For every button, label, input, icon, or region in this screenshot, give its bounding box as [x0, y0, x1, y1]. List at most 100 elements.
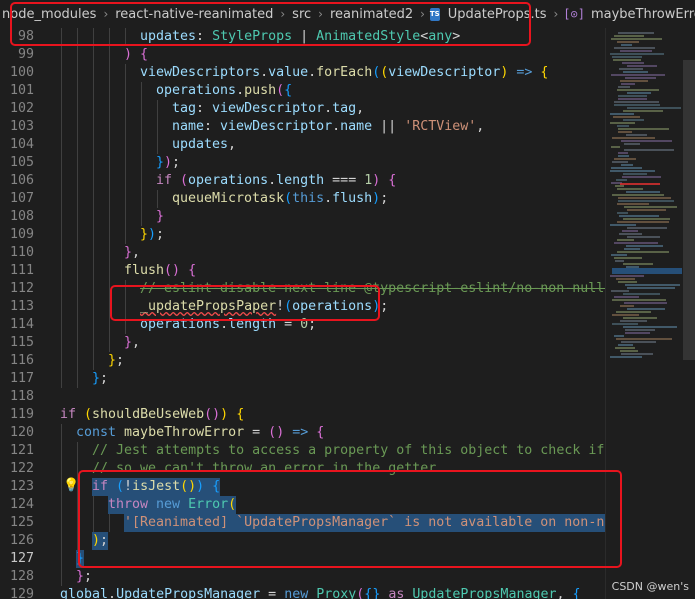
indent-guide — [93, 226, 94, 244]
code-line[interactable]: 115}, — [0, 334, 605, 352]
code-token: ) — [220, 407, 229, 422]
code-line[interactable]: 127} — [0, 550, 605, 568]
code-line[interactable]: 111 flush() { — [0, 262, 605, 280]
code-line[interactable]: 98 updates: StyleProps | AnimatedStyle<an… — [0, 28, 605, 46]
line-number: 113 — [9, 299, 34, 314]
minimap-line — [612, 299, 666, 301]
code-line[interactable]: 109}); — [0, 226, 605, 244]
vertical-scrollbar[interactable] — [683, 60, 695, 360]
code-line[interactable]: 125 '[Reanimated] `UpdatePropsManager` is… — [0, 514, 605, 532]
minimap[interactable] — [605, 28, 695, 599]
code-token: new — [284, 587, 309, 599]
minimap-line — [612, 56, 642, 58]
indent-guide — [141, 136, 142, 154]
code-token: value — [268, 65, 309, 80]
code-line[interactable]: 118 — [0, 388, 605, 406]
code-line[interactable]: 108} — [0, 208, 605, 226]
code-line[interactable]: 99) { — [0, 46, 605, 64]
minimap-line — [623, 119, 644, 121]
code-line[interactable]: 107 queueMicrotask(this.flush); — [0, 190, 605, 208]
breadcrumb-reanimated2[interactable]: reanimated2 — [328, 7, 415, 22]
indent-guide — [77, 82, 78, 100]
code-line[interactable]: 116}; — [0, 352, 605, 370]
indent-guide — [93, 262, 94, 280]
code-line[interactable]: 124 throw new Error( — [0, 496, 605, 514]
minimap-line — [612, 137, 655, 139]
indent-guide — [61, 46, 62, 64]
line-number: 125 — [9, 515, 34, 530]
code-token: viewDescriptor — [388, 65, 501, 80]
code-token: ) — [188, 479, 197, 494]
minimap-line — [627, 107, 681, 109]
code-token: } — [76, 551, 85, 566]
code-token: ; — [172, 155, 181, 170]
minimap-line — [612, 314, 639, 316]
code-text: }; — [76, 568, 92, 586]
code-line[interactable]: 122 // so we can't throw an error in the … — [0, 460, 605, 478]
code-token: const — [76, 425, 117, 440]
code-token: ; — [100, 533, 109, 548]
code-token: tag — [332, 101, 357, 116]
code-line[interactable]: 110}, — [0, 244, 605, 262]
code-line[interactable]: 113 _updatePropsPaper!(operations); — [0, 298, 605, 316]
code-editor[interactable]: 98 updates: StyleProps | AnimatedStyle<an… — [0, 28, 605, 599]
breadcrumb-node-modules[interactable]: node_modules — [0, 7, 98, 22]
minimap-line — [621, 164, 633, 166]
code-line[interactable]: 117}; — [0, 370, 605, 388]
code-line[interactable]: 105}); — [0, 154, 605, 172]
code-text: }, — [124, 334, 140, 352]
code-line[interactable]: 101 operations.push({ — [0, 82, 605, 100]
code-text: throw new Error( — [108, 496, 237, 514]
code-token: . — [332, 119, 341, 134]
code-token: ( — [84, 407, 93, 422]
minimap-line — [627, 308, 665, 310]
breadcrumb-symbol[interactable]: maybeThrowError — [589, 7, 695, 22]
code-line[interactable]: 121 // Jest attempts to access a property… — [0, 442, 605, 460]
breadcrumb-src[interactable]: src — [290, 7, 313, 22]
indent-guide — [109, 334, 110, 352]
minimap-line — [613, 59, 641, 61]
code-text: } — [156, 208, 164, 226]
code-line[interactable]: 102 tag: viewDescriptor.tag, — [0, 100, 605, 118]
minimap-line — [614, 242, 658, 244]
code-line[interactable]: 126); — [0, 532, 605, 550]
code-line[interactable]: 120 const maybeThrowError = () => { — [0, 424, 605, 442]
indent-guide — [93, 334, 94, 352]
minimap-line — [625, 284, 680, 286]
code-line[interactable]: 106 if (operations.length === 1) { — [0, 172, 605, 190]
code-token: Proxy — [316, 587, 357, 599]
minimap-line — [627, 92, 651, 94]
indent-guide — [109, 154, 110, 172]
code-token: AnimatedStyle — [316, 29, 421, 44]
minimap-line — [620, 50, 652, 52]
code-line[interactable]: 123 if (!isJest()) { — [0, 478, 605, 496]
minimap-line — [623, 173, 647, 175]
indent-guide — [125, 154, 126, 172]
indent-guide — [141, 82, 142, 100]
minimap-line — [611, 167, 642, 169]
lightbulb-icon[interactable]: 💡 — [63, 478, 79, 493]
indent-guide — [141, 100, 142, 118]
minimap-line — [624, 302, 667, 304]
breadcrumb-package[interactable]: react-native-reanimated — [113, 7, 275, 22]
indent-guide — [125, 190, 126, 208]
code-line[interactable]: 104 updates, — [0, 136, 605, 154]
breadcrumb-file[interactable]: UpdateProps.ts — [446, 7, 549, 22]
indent-guide — [109, 172, 110, 190]
minimap-selection-marker — [612, 268, 682, 274]
minimap-line — [627, 65, 657, 67]
code-line[interactable]: 129 global.UpdatePropsManager = new Proxy… — [0, 586, 605, 599]
code-line[interactable]: 100 viewDescriptors.value.forEach((viewDe… — [0, 64, 605, 82]
line-number: 123 — [9, 479, 34, 494]
code-line[interactable]: 103 name: viewDescriptor.name || 'RCTView… — [0, 118, 605, 136]
code-line[interactable]: 119 if (shouldBeUseWeb()) { — [0, 406, 605, 424]
code-line[interactable]: 128}; — [0, 568, 605, 586]
code-line[interactable]: 114 operations.length = 0; — [0, 316, 605, 334]
code-line[interactable]: 112 // eslint-disable-next-line @typescri… — [0, 280, 605, 298]
code-token: , — [132, 335, 141, 350]
indent-guide — [77, 532, 78, 550]
code-token: { — [284, 83, 293, 98]
indent-guide — [61, 190, 62, 208]
minimap-error-marker — [620, 183, 660, 185]
